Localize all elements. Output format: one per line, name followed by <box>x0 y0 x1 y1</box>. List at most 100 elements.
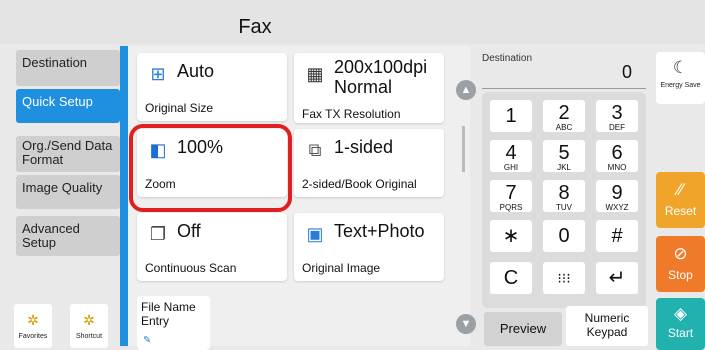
original-size-icon: ⊞ <box>150 64 166 84</box>
resolution-icon: ▦ <box>306 64 324 84</box>
original-image-icon: ▣ <box>306 224 324 244</box>
fax-screen: Fax Destination Quick Setup Org./Send Da… <box>0 0 705 350</box>
dots-key[interactable]: ⁝⁝⁝ <box>543 262 585 294</box>
key-1[interactable]: 1 <box>490 100 532 132</box>
file-name-entry-tile[interactable]: File Name Entry ✎ <box>137 296 210 350</box>
favorites-label: Favorites <box>18 333 48 340</box>
key-digit: C <box>503 267 519 289</box>
duplex-label: 2-sided/Book Original <box>302 177 417 191</box>
fax-resolution-value: 200x100dpi Normal <box>334 57 427 97</box>
reset-icon: ⁄⁄ <box>677 180 684 199</box>
chevron-up-icon: ▲ <box>460 84 472 96</box>
numeric-keypad-button[interactable]: Numeric Keypad <box>566 306 648 346</box>
start-icon: ◈ <box>673 304 688 323</box>
start-label: Start <box>667 326 694 340</box>
continuous-scan-label: Continuous Scan <box>145 261 237 275</box>
key-letters: TUV <box>556 203 572 212</box>
key-letters: JKL <box>557 163 571 172</box>
energy-saver-button[interactable]: ☾ Energy Save <box>656 52 705 104</box>
sidebar-active-bar <box>120 46 128 346</box>
continuous-scan-value: Off <box>177 221 201 241</box>
key-3[interactable]: 3 DEF <box>596 100 638 132</box>
scroll-down-button[interactable]: ▼ <box>456 314 476 334</box>
favorites-button[interactable]: ✲ Favorites <box>14 304 52 348</box>
clear-key[interactable]: C <box>490 262 532 294</box>
key-digit: 8 <box>558 182 570 204</box>
key-7[interactable]: 7 PQRS <box>490 180 532 212</box>
chevron-down-icon: ▼ <box>460 318 472 330</box>
key-digit: 3 <box>611 102 623 124</box>
keypad-label: Keypad <box>586 325 628 339</box>
page-title: Fax <box>238 16 272 38</box>
key-4[interactable]: 4 GHI <box>490 140 532 172</box>
pencil-icon: ✎ <box>143 335 152 346</box>
key-letters: PQRS <box>499 203 523 212</box>
sidebar-item-label: Quick Setup <box>22 94 93 109</box>
preview-button[interactable]: Preview <box>484 312 562 346</box>
key-digit: ∗ <box>502 225 520 247</box>
sidebar-item-label: Advanced Setup <box>22 221 80 250</box>
key-digit: 2 <box>558 102 570 124</box>
sidebar-item-advanced-setup[interactable]: Advanced Setup <box>16 216 120 256</box>
key-0[interactable]: 0 <box>543 220 585 252</box>
continuous-scan-icon: ❐ <box>149 224 167 244</box>
key-asterisk[interactable]: ∗ <box>490 220 532 252</box>
key-letters: WXYZ <box>605 203 629 212</box>
gear-star-icon: ✲ <box>27 312 39 328</box>
duplex-tile[interactable]: ⧉ 1-sided 2-sided/Book Original <box>294 129 444 197</box>
entry-label: Entry <box>141 314 170 328</box>
original-image-tile[interactable]: ▣ Text+Photo Original Image <box>294 213 444 281</box>
key-letters: DEF <box>609 123 625 132</box>
continuous-scan-tile[interactable]: ❐ Off Continuous Scan <box>137 213 287 281</box>
start-button[interactable]: ◈ Start <box>656 298 705 350</box>
duplex-icon: ⧉ <box>308 140 322 160</box>
sidebar-item-quick-setup[interactable]: Quick Setup <box>16 89 120 123</box>
scroll-up-button[interactable]: ▲ <box>456 80 476 100</box>
original-size-tile[interactable]: ⊞ Auto Original Size <box>137 53 287 121</box>
fax-resolution-dpi: 200x100dpi <box>334 57 428 77</box>
key-9[interactable]: 9 WXYZ <box>596 180 638 212</box>
enter-icon: ↵ <box>608 267 626 289</box>
key-letters: GHI <box>503 163 519 172</box>
key-hash[interactable]: # <box>596 220 638 252</box>
key-digit: 0 <box>558 225 570 247</box>
file-name-label: File Name <box>141 300 196 314</box>
zoom-highlight-frame <box>129 124 292 212</box>
gear-star-icon: ✲ <box>83 312 95 328</box>
sidebar-item-destination[interactable]: Destination <box>16 50 120 86</box>
shortcut-label: Shortcut <box>75 333 103 340</box>
stop-button[interactable]: ⊘ Stop <box>656 236 705 292</box>
key-8[interactable]: 8 TUV <box>543 180 585 212</box>
shortcut-button[interactable]: ✲ Shortcut <box>70 304 108 348</box>
key-digit: 1 <box>505 105 517 127</box>
key-digit: 6 <box>611 142 623 164</box>
key-digit: # <box>611 225 623 247</box>
fax-resolution-mode: Normal <box>334 77 393 97</box>
key-5[interactable]: 5 JKL <box>543 140 585 172</box>
sidebar-item-label: Destination <box>22 55 88 70</box>
divider <box>482 88 646 89</box>
sidebar-item-image-quality[interactable]: Image Quality <box>16 175 120 209</box>
dots-icon: ⁝⁝⁝ <box>557 270 571 286</box>
original-size-value: Auto <box>177 61 215 81</box>
destination-label: Destination <box>482 53 533 64</box>
moon-icon: ☾ <box>672 58 689 77</box>
numeric-label: Numeric <box>584 311 630 325</box>
key-digit: 9 <box>611 182 623 204</box>
sidebar-item-label: Org./Send Data Format <box>22 138 113 167</box>
sidebar-item-org-send-data-format[interactable]: Org./Send Data Format <box>16 136 120 172</box>
key-2[interactable]: 2 ABC <box>543 100 585 132</box>
key-letters: ABC <box>555 123 573 132</box>
original-image-value: Text+Photo <box>334 221 425 241</box>
enter-key[interactable]: ↵ <box>596 262 638 294</box>
reset-label: Reset <box>664 204 697 218</box>
stop-label: Stop <box>668 268 693 282</box>
original-size-label: Original Size <box>145 101 214 115</box>
header: Fax <box>0 0 705 44</box>
key-digit: 5 <box>558 142 570 164</box>
reset-button[interactable]: ⁄⁄ Reset <box>656 172 705 228</box>
fax-resolution-tile[interactable]: ▦ 200x100dpi Normal Fax TX Resolution <box>294 53 444 123</box>
scrollbar[interactable] <box>462 126 465 172</box>
key-6[interactable]: 6 MNO <box>596 140 638 172</box>
energy-saver-label: Energy Save <box>660 82 701 89</box>
